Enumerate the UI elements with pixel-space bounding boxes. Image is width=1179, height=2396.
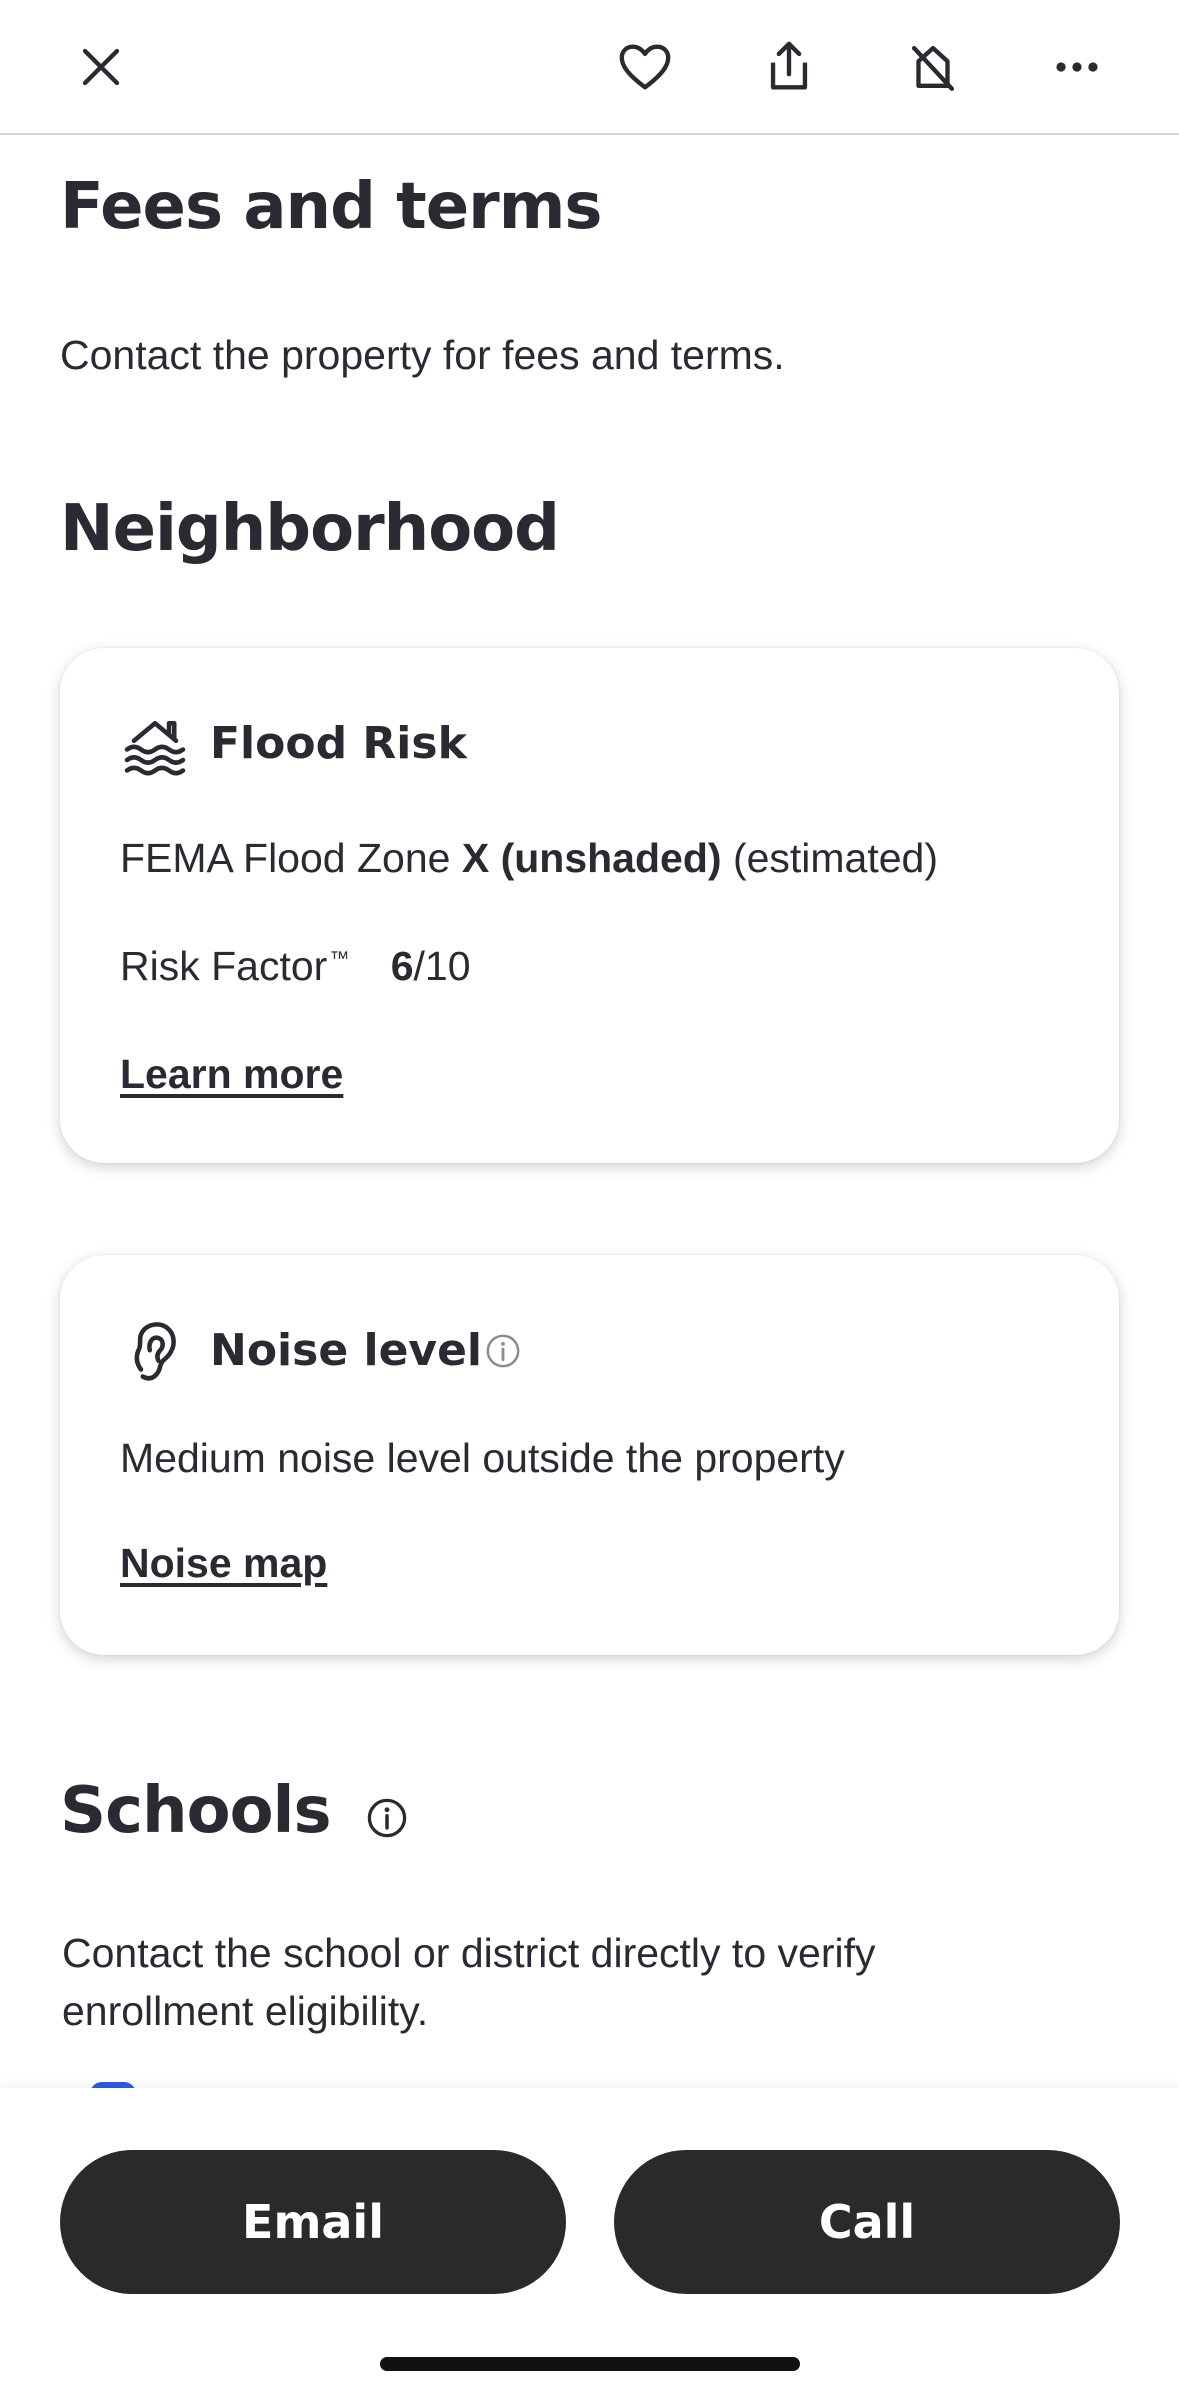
risk-factor-row: Risk Factor ™ 6/10	[120, 943, 471, 990]
close-icon[interactable]	[64, 30, 138, 104]
home-indicator	[380, 2357, 800, 2371]
ear-icon	[120, 1317, 190, 1387]
fees-text: Contact the property for fees and terms.	[60, 332, 785, 378]
neighborhood-heading: Neighborhood	[60, 492, 560, 566]
flood-zone-row: FEMA Flood Zone X (unshaded) (estimated)	[120, 835, 938, 882]
bottom-action-bar: Email Call	[0, 2088, 1179, 2396]
learn-more-link[interactable]: Learn more	[120, 1051, 343, 1098]
more-icon[interactable]	[1040, 30, 1114, 104]
noise-map-link[interactable]: Noise map	[120, 1540, 327, 1587]
noise-level-title: Noise level	[210, 1325, 483, 1376]
email-button[interactable]: Email	[60, 2150, 566, 2294]
trademark-mark: ™	[329, 948, 350, 971]
risk-factor-label: Risk Factor	[120, 943, 328, 989]
info-icon[interactable]	[484, 1332, 522, 1370]
hide-home-icon[interactable]	[896, 30, 970, 104]
flood-zone-label: FEMA Flood Zone	[120, 835, 451, 881]
flood-risk-title: Flood Risk	[210, 718, 467, 769]
noise-level-card: Noise level Medium noise level outside t…	[60, 1255, 1119, 1655]
schools-text: Contact the school or district directly …	[62, 1924, 875, 2040]
top-toolbar	[0, 0, 1179, 135]
schools-text-line2: enrollment eligibility.	[62, 1988, 429, 2034]
fees-heading: Fees and terms	[60, 170, 602, 244]
schools-heading: Schools	[60, 1774, 332, 1848]
risk-factor-max: /10	[413, 943, 471, 989]
flood-zone-note: (estimated)	[732, 835, 938, 881]
flood-house-icon	[120, 711, 190, 781]
risk-factor-value: 6	[390, 943, 414, 989]
noise-level-text: Medium noise level outside the property	[120, 1435, 845, 1481]
flood-risk-card: Flood Risk FEMA Flood Zone X (unshaded) …	[60, 648, 1119, 1163]
share-icon[interactable]	[752, 30, 826, 104]
schools-info-icon[interactable]	[365, 1796, 409, 1840]
call-button[interactable]: Call	[614, 2150, 1120, 2294]
flood-zone-value: X (unshaded)	[461, 835, 722, 881]
schools-text-line1: Contact the school or district directly …	[62, 1930, 876, 1976]
listing-detail-page: Fees and terms Contact the property for …	[0, 0, 1179, 2396]
heart-icon[interactable]	[608, 30, 682, 104]
